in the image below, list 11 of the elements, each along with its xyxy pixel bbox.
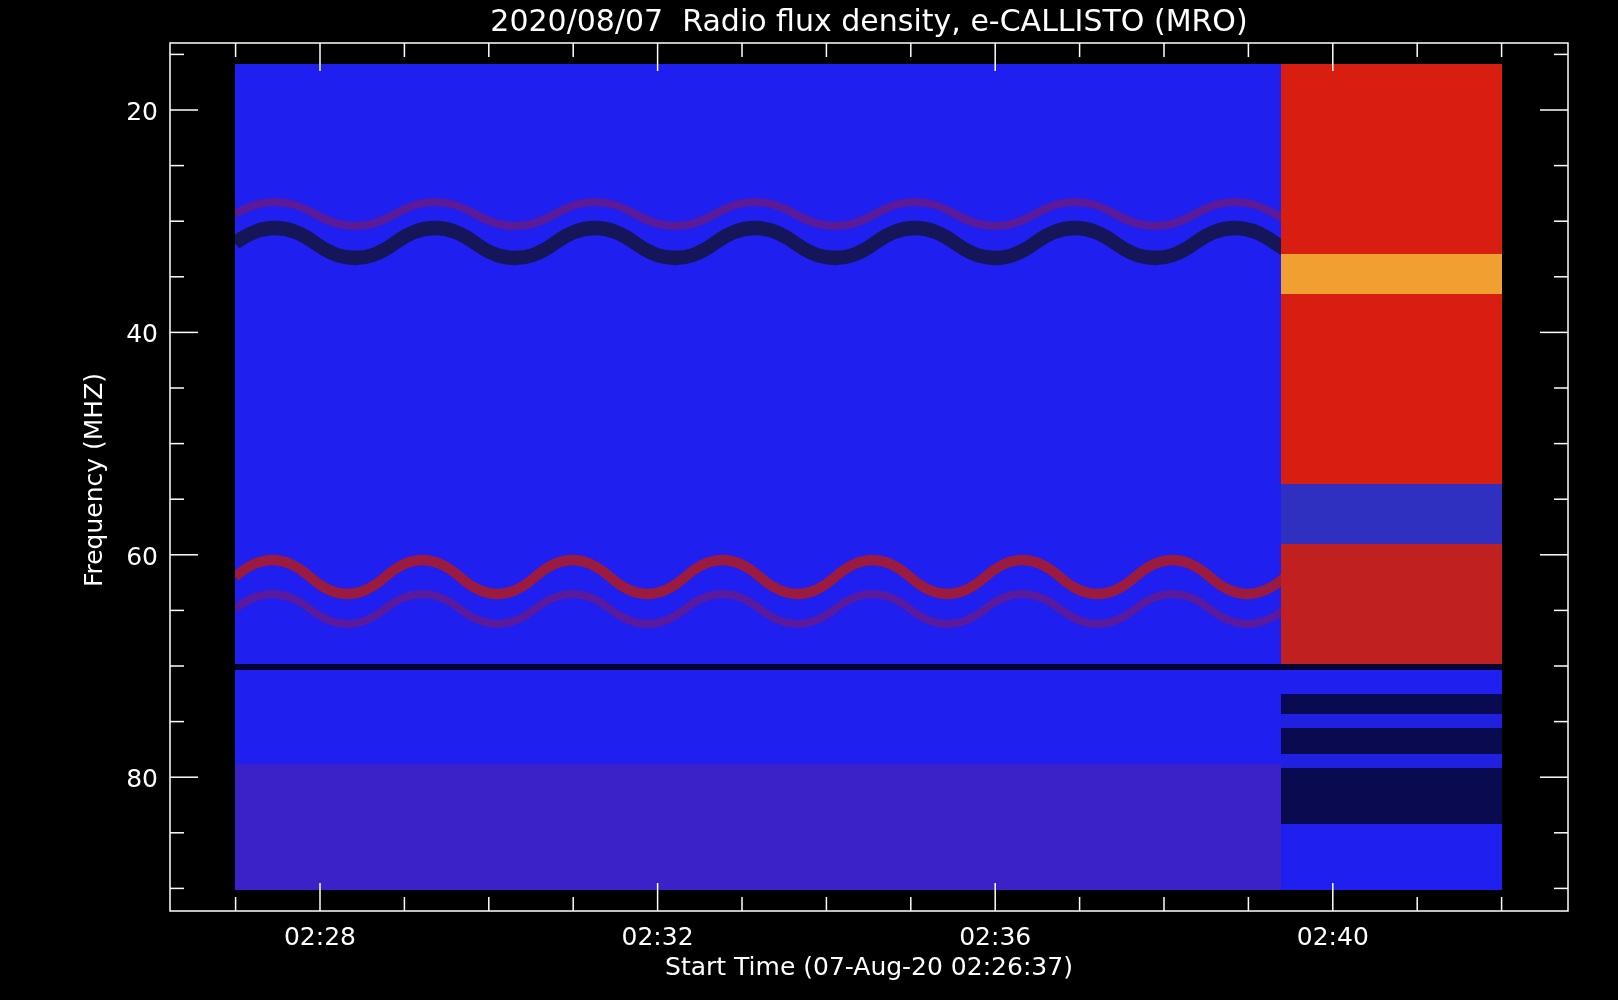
y-tick-label: 60 bbox=[126, 541, 158, 571]
x-axis-label: Start Time (07-Aug-20 02:26:37) bbox=[665, 952, 1073, 981]
x-tick-label: 02:28 bbox=[284, 922, 356, 951]
x-tick-label: 02:36 bbox=[959, 922, 1032, 951]
chart-title: 2020/08/07 Radio flux density, e-CALLISTO (MRO) bbox=[490, 3, 1248, 38]
y-tick-label: 20 bbox=[126, 97, 158, 126]
y-axis-label: Frequency (MHZ) bbox=[79, 372, 108, 588]
y-tick-label: 80 bbox=[126, 764, 158, 794]
y-tick-label: 40 bbox=[126, 319, 158, 349]
x-tick-label: 02:40 bbox=[1296, 922, 1369, 951]
x-tick-label: 02:32 bbox=[621, 922, 694, 951]
